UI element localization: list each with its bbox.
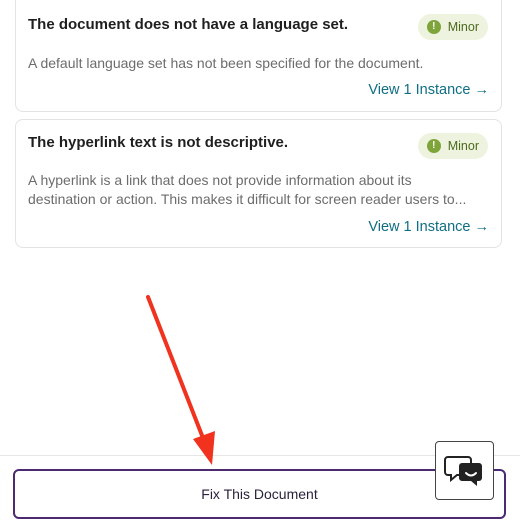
issue-card: The hyperlink text is not descriptive. !… [15,119,502,248]
issue-description-line: destination or action. This makes it dif… [28,191,467,207]
issue-description: A hyperlink is a link that does not prov… [28,171,485,209]
chat-widget-button[interactable] [435,441,494,500]
issue-title: The document does not have a language se… [28,16,349,33]
severity-badge: ! Minor [417,133,488,159]
severity-label: Minor [447,139,479,153]
issue-description-line: A hyperlink is a link that does not prov… [28,172,412,188]
exclamation-circle-icon: ! [426,139,441,153]
view-instance-link[interactable]: View 1 Instance → [368,219,489,235]
severity-badge: ! Minor [417,14,488,40]
issue-description: A default language set has not been spec… [28,54,485,73]
accessibility-issues-panel: The document does not have a language se… [0,0,520,531]
fix-document-button[interactable]: Fix This Document [13,469,506,519]
severity-label: Minor [447,20,479,34]
view-instance-link[interactable]: View 1 Instance → [368,82,489,98]
issue-title: The hyperlink text is not descriptive. [28,134,289,151]
chat-bubbles-icon [444,456,482,486]
issue-card: The document does not have a language se… [15,0,502,112]
issue-description-line: A default language set has not been spec… [28,55,424,71]
exclamation-circle-icon: ! [426,20,441,34]
